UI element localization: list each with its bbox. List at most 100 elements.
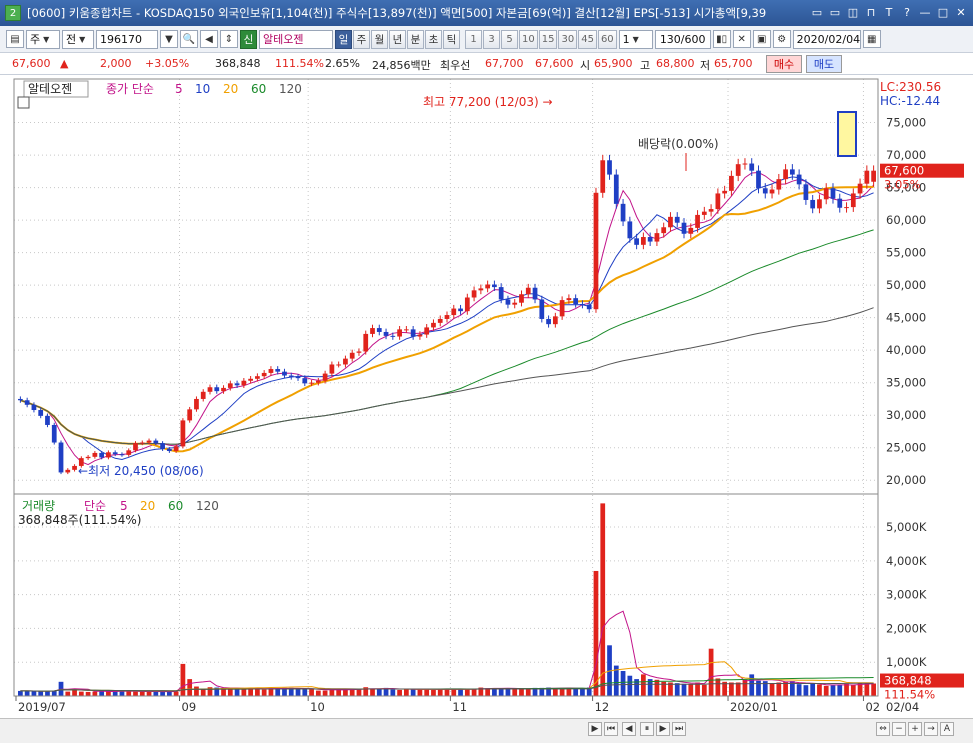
chart-settings-icon[interactable]: ▤: [6, 30, 24, 48]
search-icon[interactable]: 🔍: [180, 30, 198, 48]
pause-icon[interactable]: ⏸: [640, 722, 654, 736]
window-button-5[interactable]: ?: [899, 4, 915, 20]
candle-body: [336, 364, 342, 366]
volume-bar: [871, 683, 876, 696]
volume-tick-label: 1,000K: [886, 655, 927, 669]
save-icon[interactable]: ▣: [752, 30, 771, 48]
last-volume-label: 368,848: [884, 674, 932, 688]
crosshair-icon[interactable]: ✕: [732, 30, 751, 48]
candle-body: [38, 410, 44, 416]
rewind-icon[interactable]: ⏮: [604, 722, 618, 736]
interval-button-30[interactable]: 30: [558, 29, 578, 49]
volume-bar: [160, 691, 165, 696]
forward-icon[interactable]: ⏭: [672, 722, 686, 736]
interval-button-60[interactable]: 60: [597, 29, 617, 49]
candle-body: [580, 304, 585, 306]
play-left-icon[interactable]: ◀: [622, 722, 636, 736]
window-button-4[interactable]: T: [881, 4, 897, 20]
candle-body: [539, 299, 545, 319]
date-input[interactable]: 2020/02/04: [792, 29, 861, 49]
change-rate: +3.05%: [145, 57, 190, 70]
zoom-in-icon[interactable]: +: [908, 722, 922, 736]
candle-body: [864, 170, 870, 184]
window-button-0[interactable]: ▭: [809, 4, 825, 20]
interval-button-45[interactable]: 45: [578, 29, 597, 49]
sell-button[interactable]: 매도: [806, 55, 842, 73]
font-size-icon[interactable]: A: [940, 722, 954, 736]
type-select[interactable]: 전 ▼: [62, 29, 94, 49]
candle-body: [620, 203, 626, 222]
interval-input[interactable]: 1 ▼: [618, 29, 653, 49]
candle-body: [404, 329, 409, 331]
chart-area[interactable]: 75,00070,00065,00060,00055,00050,00045,0…: [0, 75, 973, 718]
period-button-분[interactable]: 분: [407, 29, 424, 49]
price-ma-legend-60: 60: [251, 82, 266, 96]
speaker-icon[interactable]: ◀: [200, 30, 218, 48]
calendar-icon[interactable]: ▦: [862, 30, 881, 48]
window-button-1[interactable]: ▭: [827, 4, 843, 20]
volume-bar: [370, 689, 375, 696]
x-right-label: 02/04: [886, 700, 919, 714]
window-button-8[interactable]: ✕: [953, 4, 969, 20]
zoom-fit-icon[interactable]: ⇔: [876, 722, 890, 736]
candle-body: [796, 174, 802, 185]
candle-body: [268, 369, 274, 373]
count-field[interactable]: 130/600: [654, 29, 711, 49]
interval-value: 1: [622, 32, 630, 46]
volume-bar: [31, 691, 37, 696]
candle-body: [586, 304, 592, 310]
candle-body: [613, 174, 619, 204]
x-tick-label: 10: [310, 700, 325, 714]
zoom-out-icon[interactable]: −: [892, 722, 906, 736]
candle-body: [139, 442, 145, 444]
period-button-틱[interactable]: 틱: [443, 29, 460, 49]
scroll-right-icon[interactable]: ▶: [588, 722, 602, 736]
play-right-icon[interactable]: ▶: [656, 722, 670, 736]
candle-body: [18, 398, 23, 401]
period-button-초[interactable]: 초: [425, 29, 442, 49]
stock-code-input[interactable]: 196170: [96, 29, 158, 49]
period-button-년[interactable]: 년: [389, 29, 406, 49]
interval-button-10[interactable]: 10: [519, 29, 538, 49]
volume-bar: [139, 691, 145, 696]
grid-toggle-icon: [17, 96, 30, 109]
interval-button-5[interactable]: 5: [501, 29, 518, 49]
period-button-주[interactable]: 주: [353, 29, 370, 49]
candle-type-icon[interactable]: ▮▯: [712, 30, 731, 48]
arrows-icon[interactable]: ⇕: [220, 30, 238, 48]
buy-button[interactable]: 매수: [766, 55, 802, 73]
gear-icon[interactable]: ⚙: [772, 30, 791, 48]
candle-body: [329, 364, 335, 374]
trade-amount: 24,856백만: [372, 59, 431, 72]
price-change: 2,000: [100, 57, 132, 70]
market-select[interactable]: 주 ▼: [26, 29, 60, 49]
window-button-3[interactable]: ⊓: [863, 4, 879, 20]
window-button-6[interactable]: —: [917, 4, 933, 20]
volume-bar: [823, 685, 829, 696]
interval-button-3[interactable]: 3: [483, 29, 500, 49]
window-button-2[interactable]: ◫: [845, 4, 861, 20]
interval-button-15[interactable]: 15: [538, 29, 558, 49]
period-button-월[interactable]: 월: [371, 29, 388, 49]
candle-body: [756, 170, 761, 189]
window-button-7[interactable]: □: [935, 4, 951, 20]
volume-ma-legend-120: 120: [196, 499, 219, 513]
volume-bar: [302, 688, 308, 696]
code-dropdown-icon[interactable]: ▼: [160, 30, 178, 48]
interval-button-1[interactable]: 1: [465, 29, 482, 49]
candle-body: [227, 383, 233, 388]
arrow-right-icon[interactable]: →: [924, 722, 938, 736]
candle-body: [783, 169, 788, 180]
volume-bar: [24, 690, 30, 696]
turnover-rate: 2.65%: [325, 57, 360, 70]
volume-bar: [336, 689, 342, 696]
window-number-badge: 2: [5, 5, 21, 21]
volume-bar: [681, 683, 687, 696]
candle-body: [363, 333, 369, 352]
candle-body: [661, 227, 667, 234]
volume-bar: [641, 674, 646, 696]
volume-bar: [803, 685, 809, 696]
volume-tick-label: 2,000K: [886, 621, 927, 635]
period-button-일[interactable]: 일: [335, 29, 352, 49]
candle-body: [451, 308, 457, 316]
